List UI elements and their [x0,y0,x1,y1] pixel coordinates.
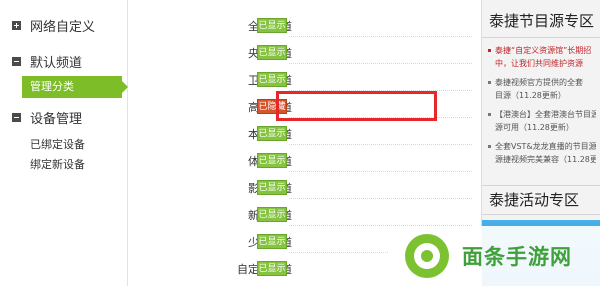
channel-row: 卫视频道 已显示 [129,68,472,91]
news-line: 目源（11.28更新） [495,91,566,100]
watermark-logo-icon [405,234,449,278]
row-divider [289,144,472,145]
news-item[interactable]: 泰捷视频官方提供的全套 目源（11.28更新） [488,76,596,102]
sidebar-item-bind-new-device[interactable]: 绑定新设备 [30,156,85,172]
watermark-text: 面条手游网 [462,245,572,269]
news-line: 中，让我们共同维护资源 [495,59,583,68]
sidebar-section-default-channels[interactable]: 默认频道 [12,52,82,71]
status-toggle[interactable]: 已显示 [257,153,287,168]
news-line: 【港澳台】全套港澳台节目源 [495,110,596,119]
status-toggle[interactable]: 已显示 [257,126,287,141]
row-divider [289,198,472,199]
plus-icon [12,21,21,30]
channel-row: 全部频道 已显示 [129,14,472,37]
news-line: 泰捷视频官方提供的全套 [495,78,583,87]
status-toggle[interactable]: 已显示 [257,234,287,249]
minus-icon [12,113,21,122]
activity-title: 泰捷活动专区 [482,185,600,215]
news-line: 源可用（11.28更新） [495,123,574,132]
highlight-box [276,91,437,121]
status-toggle[interactable]: 已显示 [257,261,287,276]
row-divider [289,36,472,37]
channel-row: 本地频道 已显示 [129,122,472,145]
status-toggle[interactable]: 已显示 [257,207,287,222]
channel-row: 央视频道 已显示 [129,41,472,64]
panel-title: 泰捷节目源专区 [482,0,600,38]
channel-row: 影视频道 已显示 [129,176,472,199]
sidebar-section-network-custom[interactable]: 网络自定义 [12,16,95,35]
news-list: 泰捷“自定义资源馆”长期招 中，让我们共同维护资源 泰捷视频官方提供的全套 目源… [482,38,600,166]
news-line: 泰捷“自定义资源馆”长期招 [495,46,592,55]
status-toggle[interactable]: 已显示 [257,45,287,60]
row-divider [289,171,472,172]
sidebar-item-manage-categories[interactable]: 管理分类 [22,76,128,98]
news-item[interactable]: 【港澳台】全套港澳台节目源 源可用（11.28更新） [488,108,596,134]
sidebar-section-label: 默认频道 [30,56,83,71]
row-divider [289,63,472,64]
channel-row: 新闻频道 已显示 [129,203,472,226]
sidebar-section-label: 设备管理 [30,112,83,127]
news-item[interactable]: 全套VST&龙龙直播的节目源 源捷视频完美兼容（11.28更新） [488,140,596,166]
sidebar-section-device-management[interactable]: 设备管理 [12,108,82,127]
status-toggle[interactable]: 已显示 [257,180,287,195]
news-item[interactable]: 泰捷“自定义资源馆”长期招 中，让我们共同维护资源 [488,44,596,70]
news-line: 全套VST&龙龙直播的节目源 [495,142,596,151]
channel-row: 体育频道 已显示 [129,149,472,172]
news-line: 源捷视频完美兼容（11.28更新） [495,155,596,164]
sidebar-section-label: 网络自定义 [30,20,96,35]
status-toggle[interactable]: 已显示 [257,18,287,33]
sidebar-item-bound-devices[interactable]: 已绑定设备 [30,136,85,152]
sidebar: 网络自定义 默认频道 管理分类 设备管理 已绑定设备 绑定新设备 [0,0,128,286]
status-toggle[interactable]: 已显示 [257,72,287,87]
minus-icon [12,57,21,66]
